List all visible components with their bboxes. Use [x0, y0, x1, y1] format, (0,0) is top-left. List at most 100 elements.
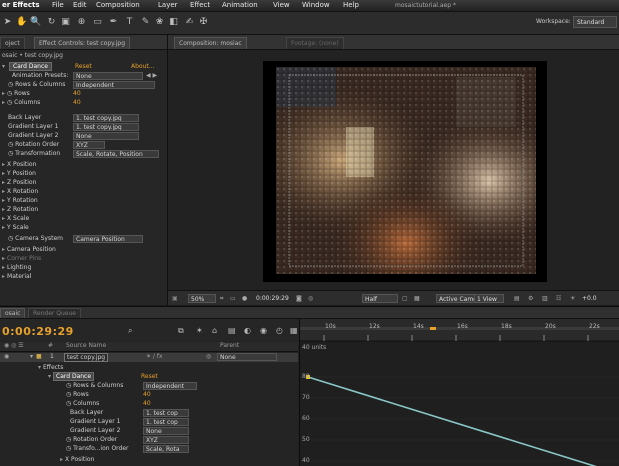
- magnify-icon[interactable]: ▣: [172, 294, 178, 303]
- menu-help[interactable]: Help: [343, 0, 359, 11]
- columns-value[interactable]: 40: [73, 99, 81, 107]
- reset-link[interactable]: Reset: [75, 63, 92, 71]
- views-select[interactable]: 1 View: [474, 294, 504, 303]
- group-y-rotation[interactable]: ▸ Y Rotation: [2, 197, 38, 205]
- camera-tool-icon[interactable]: ▣: [60, 17, 71, 28]
- value-curve[interactable]: [307, 376, 619, 466]
- clone-stamp-tool-icon[interactable]: ❀: [154, 17, 165, 28]
- expand-triangle-icon[interactable]: ▸: [2, 90, 5, 97]
- switches-icon[interactable]: ✶ / fx: [146, 353, 163, 361]
- expand-triangle-icon[interactable]: ▸: [2, 188, 5, 195]
- menu-animation[interactable]: Animation: [222, 0, 258, 11]
- back-layer-select[interactable]: 1. test copy.jpg: [73, 114, 139, 122]
- layer-color-label-icon[interactable]: ■: [36, 353, 42, 361]
- motion-blur-icon[interactable]: ◐: [244, 326, 251, 336]
- rectangle-tool-icon[interactable]: ▭: [92, 17, 103, 28]
- draft-3d-icon[interactable]: ✶: [196, 326, 203, 336]
- mask-toggle-icon[interactable]: ▭: [230, 294, 236, 303]
- zoom-tool-icon[interactable]: 🔍: [30, 17, 41, 28]
- camera-snapshot-icon[interactable]: ◙: [296, 294, 302, 303]
- menu-layer[interactable]: Layer: [158, 0, 178, 11]
- roto-brush-tool-icon[interactable]: ✍: [184, 17, 195, 28]
- layer-name[interactable]: test copy.jpg: [64, 353, 109, 362]
- animation-presets-select[interactable]: None: [73, 72, 143, 80]
- toggle-pixel-icon[interactable]: ▤: [514, 294, 520, 303]
- expand-triangle-icon[interactable]: ▾: [2, 63, 5, 70]
- fast-preview-icon[interactable]: ⚙: [528, 294, 533, 303]
- effects-group[interactable]: ▾ Effects: [38, 364, 63, 372]
- expand-triangle-icon[interactable]: ▸: [2, 197, 5, 204]
- group-z-position[interactable]: ▸ Z Position: [2, 179, 36, 187]
- tab-mosaic[interactable]: osaic: [0, 308, 26, 318]
- hand-tool-icon[interactable]: ✋: [16, 17, 27, 28]
- expand-triangle-icon[interactable]: ▸: [2, 170, 5, 177]
- exposure-value[interactable]: +0.0: [582, 294, 597, 303]
- tl-rows-value[interactable]: 40: [143, 391, 151, 399]
- effect-name[interactable]: Card Dance: [8, 62, 52, 71]
- gradient-layer-2-select[interactable]: None: [73, 132, 139, 140]
- tab-render-queue[interactable]: Render Queue: [28, 308, 81, 318]
- expand-triangle-icon[interactable]: ▸: [2, 161, 5, 168]
- group-x-rotation[interactable]: ▸ X Rotation: [2, 188, 38, 196]
- brainstorm-icon[interactable]: ◉: [260, 326, 267, 336]
- tab-composition[interactable]: Composition: mosiac: [174, 37, 247, 49]
- timeline-icon[interactable]: ▥: [542, 294, 548, 303]
- pen-tool-icon[interactable]: ✒: [108, 17, 119, 28]
- parent-select[interactable]: None: [217, 353, 277, 361]
- group-camera-position[interactable]: ▸ Camera Position: [2, 246, 56, 254]
- search-layers-icon[interactable]: ⌕: [128, 326, 132, 336]
- group-material[interactable]: ▸ Material: [2, 273, 31, 281]
- rows-columns-select[interactable]: Independent: [73, 81, 155, 89]
- eraser-tool-icon[interactable]: ◧: [168, 17, 179, 28]
- transformation-select[interactable]: Scale, Rotate, Position: [73, 150, 159, 158]
- expand-triangle-icon[interactable]: ▾: [30, 353, 33, 361]
- tl-reset-link[interactable]: Reset: [141, 373, 158, 381]
- menu-edit[interactable]: Edit: [73, 0, 87, 11]
- pan-behind-tool-icon[interactable]: ⊕: [76, 17, 87, 28]
- composition-viewer[interactable]: [263, 61, 547, 282]
- tl-group-x-position[interactable]: ▸ X Position: [60, 456, 94, 464]
- snapshot-icon[interactable]: ●: [242, 294, 247, 303]
- tl-gradient-layer-2-select[interactable]: None: [143, 427, 189, 435]
- expand-triangle-icon[interactable]: ▸: [2, 206, 5, 213]
- group-x-position[interactable]: ▸ X Position: [2, 161, 36, 169]
- app-menu[interactable]: er Effects: [2, 0, 40, 11]
- tab-project[interactable]: oject: [0, 37, 25, 49]
- tl-rows-columns-select[interactable]: Independent: [143, 382, 197, 390]
- group-lighting[interactable]: ▸ Lighting: [2, 264, 31, 272]
- graph-editor[interactable]: 10s 12s 14s 16s 18s 20s 22s 40 units 80 …: [299, 319, 619, 466]
- selection-tool-icon[interactable]: ➤: [2, 17, 13, 28]
- menu-file[interactable]: File: [52, 0, 64, 11]
- channel-icon[interactable]: ◎: [308, 294, 313, 303]
- shy-layers-icon[interactable]: ⌂: [212, 326, 217, 336]
- tl-back-layer-select[interactable]: 1. test cop: [143, 409, 189, 417]
- auto-keyframe-icon[interactable]: ◴: [276, 326, 283, 336]
- expand-triangle-icon[interactable]: ▾: [38, 364, 41, 371]
- group-y-scale[interactable]: ▸ Y Scale: [2, 224, 29, 232]
- group-corner-pins[interactable]: ▸ Corner Pins: [2, 255, 41, 263]
- resolution-select[interactable]: Half: [362, 294, 398, 303]
- tl-columns-value[interactable]: 40: [143, 400, 151, 408]
- pickwhip-icon[interactable]: ◎: [206, 353, 211, 361]
- workspace-select[interactable]: Standard: [573, 16, 617, 28]
- menu-window[interactable]: Window: [302, 0, 330, 11]
- expand-triangle-icon[interactable]: ▾: [48, 373, 51, 380]
- frame-blending-icon[interactable]: ▤: [228, 326, 236, 336]
- grid-toggle-icon[interactable]: ⌗: [220, 294, 223, 303]
- menu-composition[interactable]: Composition: [96, 0, 140, 11]
- gradient-layer-1-select[interactable]: 1. test copy.jpg: [73, 123, 139, 131]
- rotation-order-select[interactable]: XYZ: [73, 141, 105, 149]
- expand-triangle-icon[interactable]: ▸: [2, 255, 5, 262]
- transparency-grid-icon[interactable]: ▦: [414, 294, 420, 303]
- expand-triangle-icon[interactable]: ▸: [2, 215, 5, 222]
- tl-transformation-select[interactable]: Scale, Rota: [143, 445, 189, 453]
- tl-effect-card-dance[interactable]: ▾ Card Dance: [48, 372, 95, 381]
- zoom-select[interactable]: 50%: [188, 294, 216, 303]
- about-link[interactable]: About...: [131, 63, 154, 71]
- tl-rotation-order-select[interactable]: XYZ: [143, 436, 189, 444]
- comp-mini-flowchart-icon[interactable]: ⧉: [178, 326, 184, 336]
- expand-triangle-icon[interactable]: ▸: [2, 246, 5, 253]
- exposure-reset-icon[interactable]: ☀: [570, 294, 575, 303]
- expand-triangle-icon[interactable]: ▸: [2, 99, 5, 106]
- tl-gradient-layer-1-select[interactable]: 1. test cop: [143, 418, 189, 426]
